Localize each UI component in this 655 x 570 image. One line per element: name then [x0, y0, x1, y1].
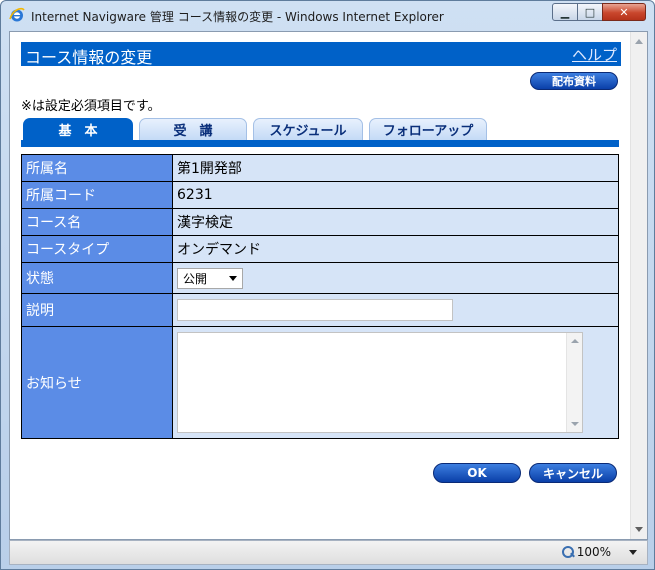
status-label: 状態 — [21, 262, 173, 294]
zoom-control[interactable]: 100% — [561, 545, 611, 559]
notice-label: お知らせ — [21, 326, 173, 439]
tab-schedule[interactable]: スケジュール — [253, 118, 363, 140]
scroll-up-icon — [635, 39, 643, 44]
ok-button[interactable]: OK — [433, 463, 521, 483]
notice-textarea-wrap — [177, 332, 583, 433]
scroll-up-icon — [571, 339, 579, 343]
notice-cell — [172, 326, 619, 439]
tab-attendance[interactable]: 受 講 — [139, 118, 247, 140]
form-row: コースタイプ オンデマンド — [21, 235, 619, 263]
form-row: コース名 漢字検定 — [21, 208, 619, 236]
tab-followup[interactable]: フォローアップ — [369, 118, 487, 140]
window-title: Internet Navigware 管理 コース情報の変更 - Windows… — [31, 10, 444, 24]
course-type-value: オンデマンド — [172, 235, 619, 263]
zoom-level: 100% — [576, 545, 611, 559]
title-bar: Internet Navigware 管理 コース情報の変更 - Windows… — [1, 1, 654, 31]
maximize-button[interactable]: □ — [577, 3, 603, 21]
tab-bar: 基 本 受 講 スケジュール フォローアップ — [21, 118, 621, 148]
page-header: コース情報の変更 ヘルプ — [21, 42, 621, 67]
status-cell: 公開 — [172, 262, 619, 294]
notice-textarea[interactable] — [178, 333, 566, 432]
course-type-label: コースタイプ — [21, 235, 173, 263]
internet-explorer-icon — [9, 7, 25, 22]
zoom-dropdown-icon[interactable] — [629, 550, 637, 555]
help-link[interactable]: ヘルプ — [572, 44, 617, 65]
notice-scrollbar[interactable] — [566, 333, 582, 432]
course-edit-page: コース情報の変更 ヘルプ 配布資料 ※は設定必須項目です。 基 本 受 講 スケ… — [21, 42, 621, 483]
required-note: ※は設定必須項目です。 — [21, 99, 161, 114]
course-form: 所属名 第1開発部 所属コード 6231 コース名 漢字検定 コースタイプ オン… — [21, 154, 619, 439]
status-selected-value: 公開 — [183, 271, 208, 286]
form-row: 説明 — [21, 293, 619, 327]
cancel-button[interactable]: キャンセル — [529, 463, 617, 483]
status-select[interactable]: 公開 — [177, 267, 243, 289]
scroll-down-icon — [635, 527, 643, 532]
course-name-value: 漢字検定 — [172, 208, 619, 236]
browser-window: Internet Navigware 管理 コース情報の変更 - Windows… — [0, 0, 655, 570]
form-row: 状態 公開 — [21, 262, 619, 294]
maximize-icon: □ — [584, 5, 596, 19]
chevron-down-icon — [229, 275, 237, 281]
form-row: お知らせ — [21, 326, 619, 439]
scroll-down-icon — [571, 422, 579, 426]
form-row: 所属コード 6231 — [21, 181, 619, 209]
description-cell — [172, 293, 619, 327]
window-controls: ▁ □ ✕ — [552, 3, 646, 23]
affiliation-name-value: 第1開発部 — [172, 154, 619, 182]
zoom-icon — [561, 546, 574, 558]
affiliation-name-label: 所属名 — [21, 154, 173, 182]
minimize-icon: ▁ — [560, 5, 570, 19]
minimize-button[interactable]: ▁ — [552, 3, 578, 21]
close-icon: ✕ — [619, 5, 629, 19]
tab-basic[interactable]: 基 本 — [23, 118, 133, 140]
status-bar: 100% — [9, 540, 648, 565]
affiliation-code-label: 所属コード — [21, 181, 173, 209]
description-label: 説明 — [21, 293, 173, 327]
form-row: 所属名 第1開発部 — [21, 154, 619, 182]
handout-button[interactable]: 配布資料 — [530, 72, 618, 90]
description-input[interactable] — [177, 299, 453, 321]
page-viewport: コース情報の変更 ヘルプ 配布資料 ※は設定必須項目です。 基 本 受 講 スケ… — [9, 31, 648, 540]
course-name-label: コース名 — [21, 208, 173, 236]
tab-underline — [21, 140, 619, 147]
page-scrollbar[interactable] — [630, 32, 647, 539]
affiliation-code-value: 6231 — [172, 181, 619, 209]
close-window-button[interactable]: ✕ — [602, 3, 646, 21]
page-title: コース情報の変更 — [25, 48, 153, 67]
